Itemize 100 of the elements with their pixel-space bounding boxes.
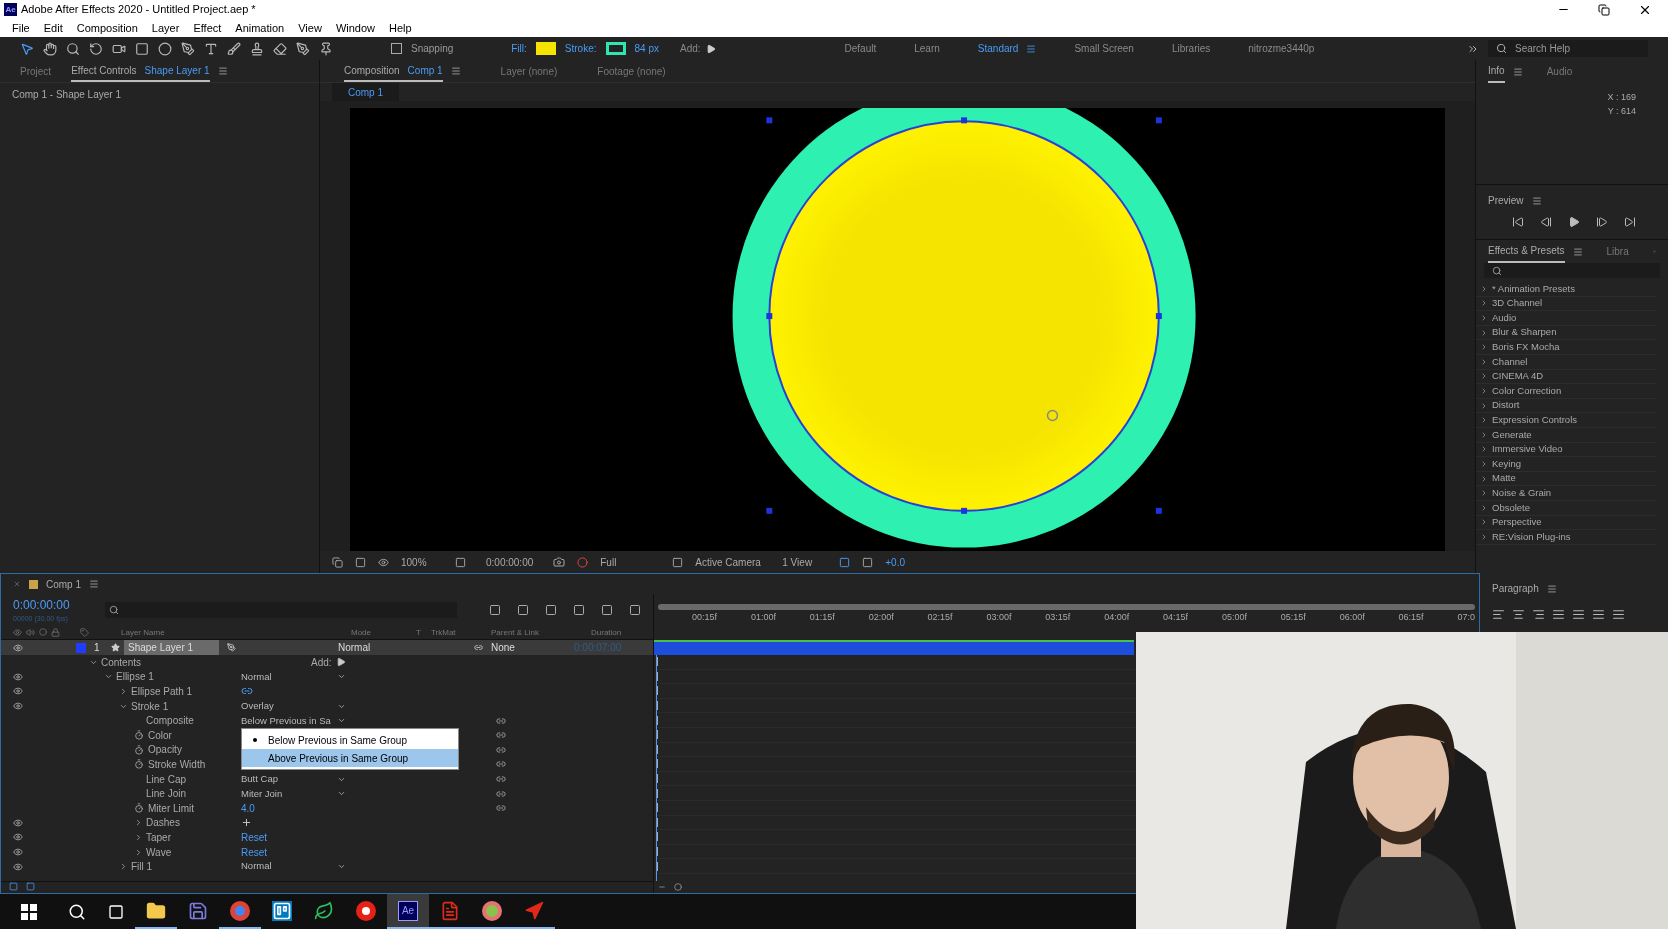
pen-icon[interactable] xyxy=(181,41,195,56)
align-icon[interactable] xyxy=(1532,608,1545,621)
stopwatch-icon[interactable] xyxy=(134,759,144,770)
leaf-icon[interactable] xyxy=(314,900,334,921)
menu-icon[interactable] xyxy=(1531,195,1542,206)
column-header[interactable]: Duration xyxy=(591,626,622,639)
menu-icon[interactable] xyxy=(1512,66,1523,77)
panel-tab[interactable]: Project xyxy=(20,60,52,82)
zoom-circle-icon[interactable] xyxy=(674,883,682,891)
menu-item[interactable]: Layer xyxy=(151,19,180,37)
pickwhip-icon[interactable] xyxy=(496,715,506,726)
panel-tab[interactable]: Audio xyxy=(1546,60,1573,83)
layer-name[interactable]: Shape Layer 1 xyxy=(124,640,219,655)
pickwhip-icon[interactable] xyxy=(474,643,483,652)
taskbar-button[interactable]: Ae xyxy=(387,894,429,929)
column-header[interactable]: Mode xyxy=(351,626,416,639)
effects-category[interactable]: Matte xyxy=(1492,471,1516,486)
pin-icon[interactable] xyxy=(319,41,333,56)
effects-category[interactable]: Audio xyxy=(1492,310,1517,326)
restore-button[interactable] xyxy=(1598,3,1610,16)
panel-tab[interactable]: Effect Controls Shape Layer 1 xyxy=(71,60,210,82)
effects-category[interactable]: CINEMA 4D xyxy=(1492,369,1544,384)
layer-color-label[interactable] xyxy=(76,642,86,653)
menu-icon[interactable] xyxy=(450,66,461,76)
windows-start-icon[interactable] xyxy=(21,903,37,920)
pickwhip-icon[interactable] xyxy=(496,730,506,741)
first-frame-button[interactable] xyxy=(1512,216,1524,228)
align-icon[interactable] xyxy=(1612,608,1625,621)
mode-dropdown[interactable]: Below Previous in Sa xyxy=(241,713,331,728)
rotate-icon[interactable] xyxy=(89,41,103,56)
panel-tab[interactable]: Libra xyxy=(1606,240,1629,263)
pickwhip-icon[interactable] xyxy=(496,744,506,755)
twirl-icon[interactable] xyxy=(134,818,143,828)
menu-item[interactable]: Composition xyxy=(76,19,138,37)
after-effects-icon[interactable]: Ae xyxy=(398,900,418,921)
effects-search-field[interactable] xyxy=(1484,263,1660,278)
fill-swatch[interactable] xyxy=(535,42,556,55)
panel-tab[interactable]: Info xyxy=(1488,60,1505,83)
search-help-field[interactable]: Search Help xyxy=(1488,40,1648,57)
anchor-point-icon[interactable] xyxy=(1046,409,1059,422)
mode-dropdown[interactable]: Miter Join xyxy=(241,786,283,801)
menu-icon[interactable] xyxy=(217,66,228,76)
panel-tab[interactable]: Layer (none) xyxy=(500,60,558,82)
layer-duration-bar[interactable] xyxy=(654,640,1134,655)
effects-category[interactable]: Noise & Grain xyxy=(1492,486,1552,501)
pickwhip-icon[interactable] xyxy=(496,774,506,785)
visibility-icon[interactable] xyxy=(13,642,23,653)
property-name[interactable]: Dashes xyxy=(146,815,180,831)
stopwatch-icon[interactable] xyxy=(134,730,144,741)
menu-item[interactable]: File xyxy=(12,19,30,37)
resolution-dropdown[interactable]: Full xyxy=(600,554,661,570)
effects-category[interactable]: * Animation Presets xyxy=(1492,282,1575,296)
menu-option[interactable]: Above Previous in Same Group xyxy=(242,749,458,767)
mode-dropdown[interactable]: Butt Cap xyxy=(241,771,278,787)
property-name[interactable]: Composite xyxy=(146,713,194,729)
effects-category[interactable]: Color Correction xyxy=(1492,383,1562,399)
zoom-icon[interactable] xyxy=(66,41,80,56)
property-value[interactable]: 4.0 xyxy=(241,800,255,816)
effects-category[interactable]: Immersive Video xyxy=(1492,442,1563,457)
mode-dropdown[interactable]: Normal xyxy=(241,669,272,684)
workspace-tab[interactable]: Default xyxy=(844,41,877,56)
menu-icon[interactable] xyxy=(1546,583,1557,594)
menu-icon[interactable] xyxy=(89,579,99,589)
folder-icon[interactable] xyxy=(146,900,166,921)
effects-category[interactable]: RE:Vision Plug-ins xyxy=(1492,529,1571,544)
align-icon[interactable] xyxy=(1572,608,1585,621)
snapping-checkbox[interactable] xyxy=(391,43,402,54)
mode-dropdown[interactable]: Overlay xyxy=(241,698,274,714)
search-icon[interactable] xyxy=(68,902,86,921)
comp-tab[interactable]: Comp 1 xyxy=(332,83,399,101)
add-icon[interactable] xyxy=(335,657,346,668)
menu-item[interactable]: Animation xyxy=(235,19,285,37)
property-name[interactable]: Stroke 1 xyxy=(131,698,169,714)
browser-icon[interactable] xyxy=(230,900,250,921)
reset-link[interactable]: Reset xyxy=(241,829,268,845)
property-name[interactable]: Wave xyxy=(146,844,172,860)
add-icon[interactable] xyxy=(241,817,252,829)
add-icon[interactable] xyxy=(705,43,716,54)
column-header[interactable]: TrkMat xyxy=(431,626,491,639)
visibility-icon[interactable] xyxy=(13,686,23,697)
floppy-icon[interactable] xyxy=(188,900,208,921)
board-icon[interactable] xyxy=(272,900,292,921)
menu-item[interactable]: Help xyxy=(389,19,412,37)
property-name[interactable]: Line Join xyxy=(146,786,187,802)
menu-item[interactable]: Edit xyxy=(43,19,63,37)
visibility-icon[interactable] xyxy=(13,817,23,828)
current-time[interactable]: 0:00:00:00 xyxy=(478,554,542,570)
panel-tab[interactable]: Footage (none) xyxy=(597,60,666,82)
align-icon[interactable] xyxy=(1552,608,1565,621)
effects-category[interactable]: 3D Channel xyxy=(1492,296,1543,311)
stopwatch-icon[interactable] xyxy=(134,803,144,814)
next-frame-button[interactable] xyxy=(1596,216,1608,228)
property-name[interactable]: Ellipse Path 1 xyxy=(131,684,193,699)
menu-item[interactable]: Window xyxy=(335,19,375,37)
property-name[interactable]: Stroke Width xyxy=(148,756,206,772)
effects-category[interactable]: Perspective xyxy=(1492,515,1542,530)
twirl-icon[interactable] xyxy=(119,862,128,872)
brush-icon[interactable] xyxy=(227,41,241,56)
hand-icon[interactable] xyxy=(43,41,57,56)
exposure-value[interactable]: +0.0 xyxy=(885,554,905,570)
